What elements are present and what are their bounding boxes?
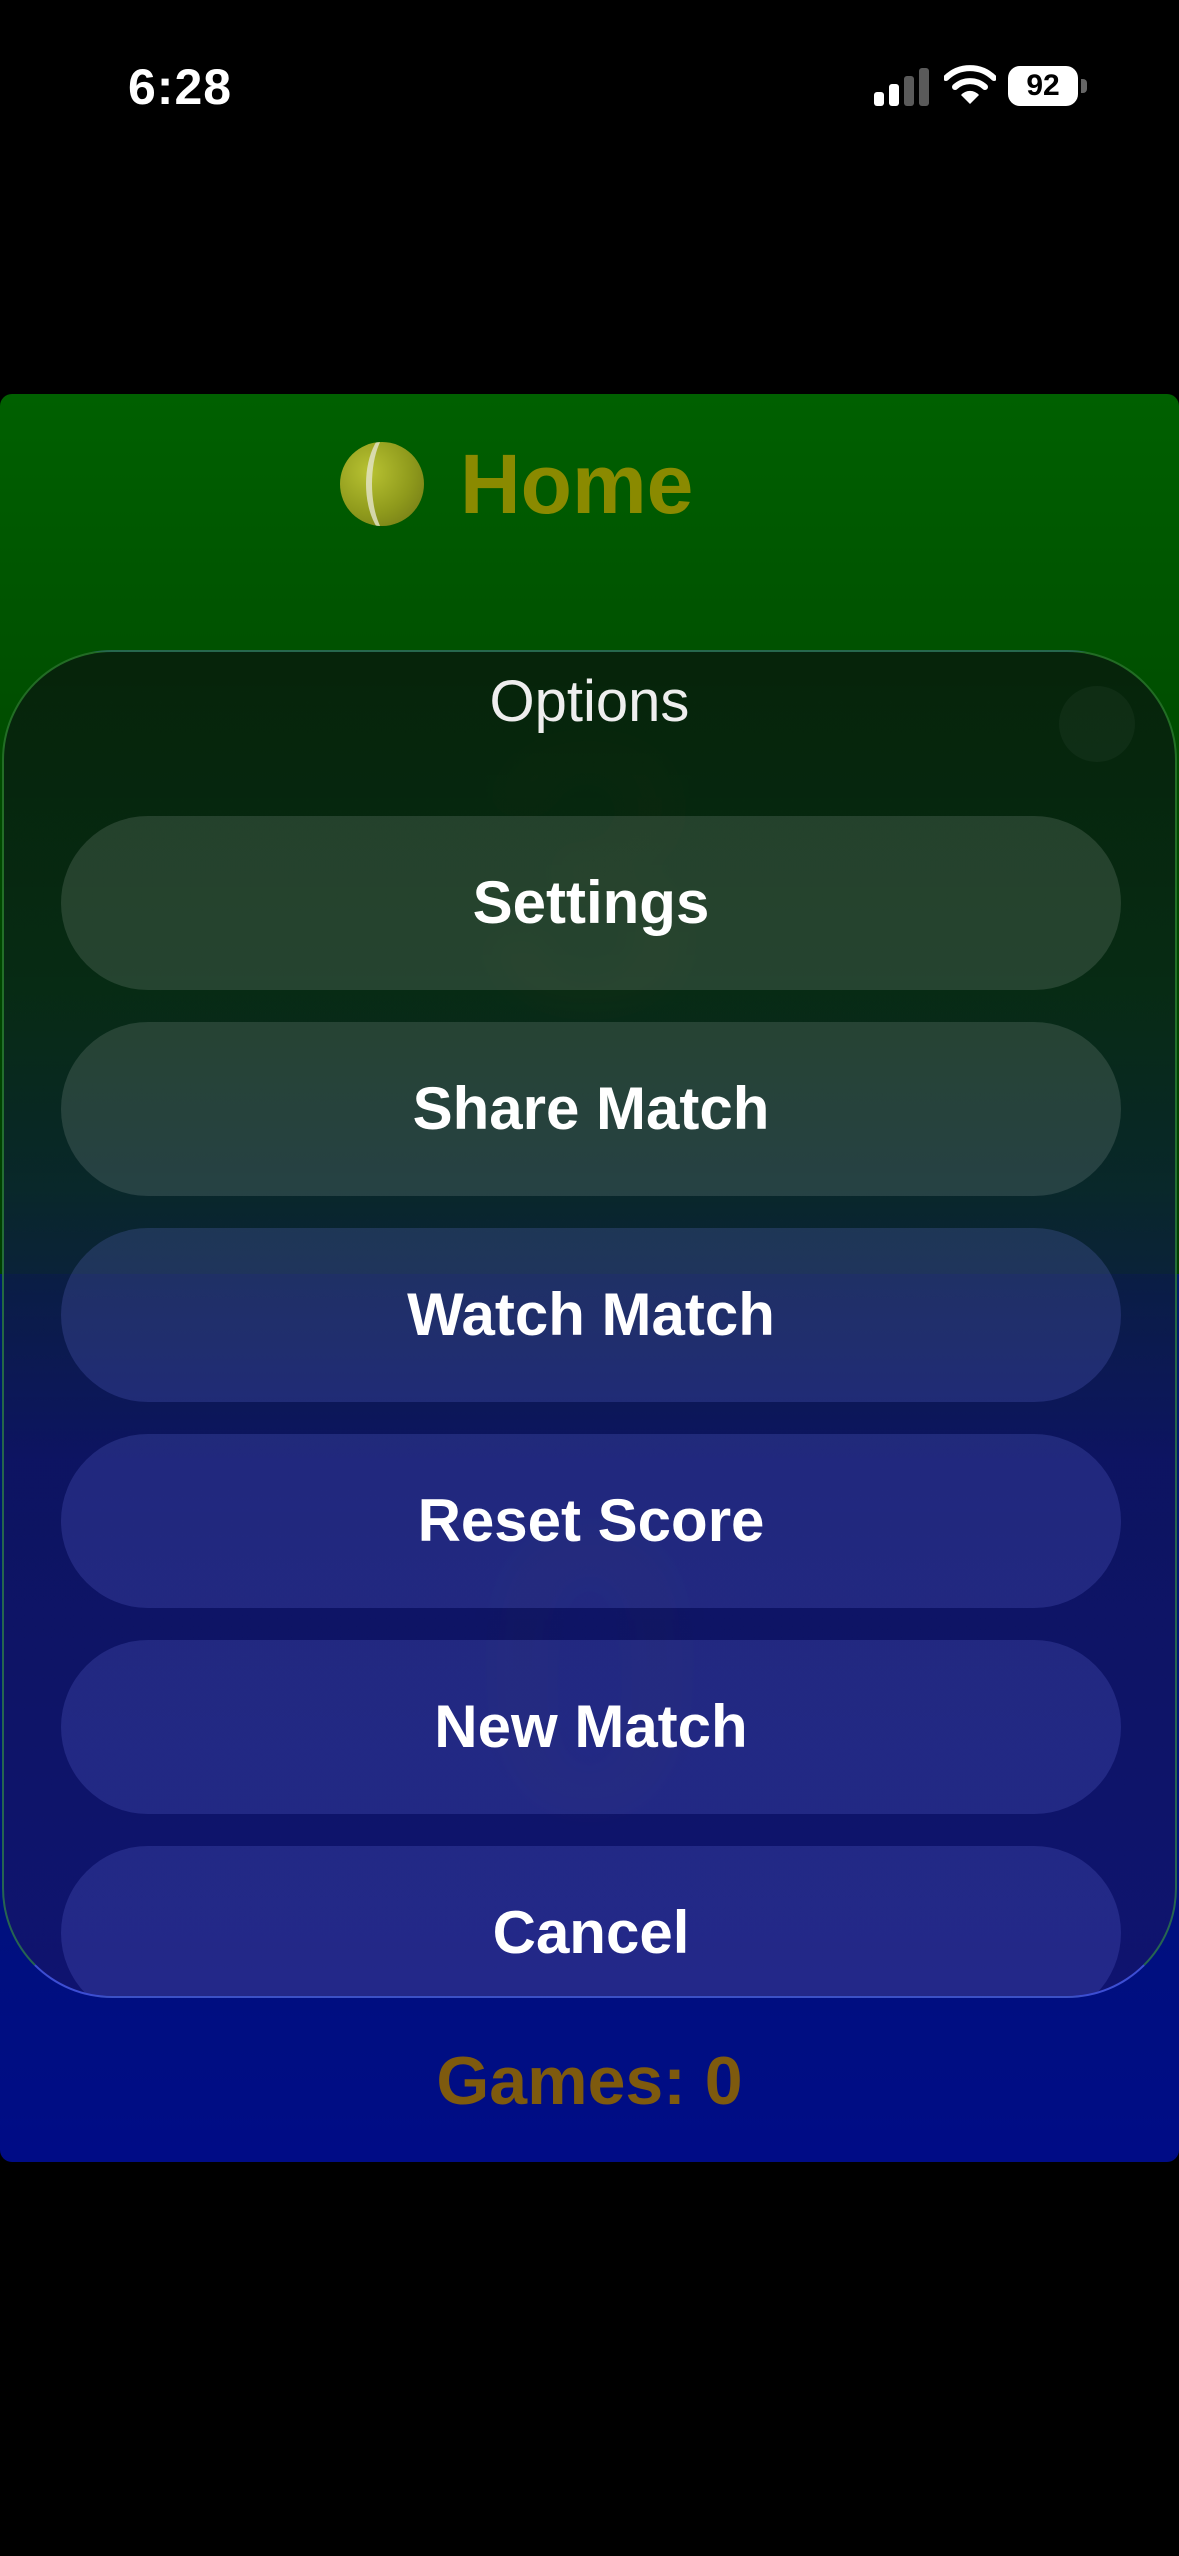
battery-level: 92 (1008, 66, 1078, 106)
cellular-signal-icon (874, 68, 930, 106)
reset-score-button[interactable]: Reset Score (61, 1434, 1121, 1608)
wifi-icon (944, 65, 996, 104)
battery-icon: 92 (1008, 66, 1088, 106)
page-title: Home (460, 436, 694, 531)
status-bar: 6:28 92 (0, 0, 1179, 170)
share-match-button[interactable]: Share Match (61, 1022, 1121, 1196)
settings-button[interactable]: Settings (61, 816, 1121, 990)
home-header: Home (340, 434, 693, 534)
new-match-button[interactable]: New Match (61, 1640, 1121, 1814)
watch-match-button[interactable]: Watch Match (61, 1228, 1121, 1402)
cancel-button[interactable]: Cancel (61, 1846, 1121, 1996)
sheet-title: Options (489, 669, 690, 734)
status-time: 6:28 (128, 59, 233, 115)
tennis-ball-icon (340, 442, 424, 526)
games-counter: Games: 0 (436, 2043, 743, 2119)
options-sheet: Options Settings Share Match Watch Match… (2, 650, 1177, 1998)
